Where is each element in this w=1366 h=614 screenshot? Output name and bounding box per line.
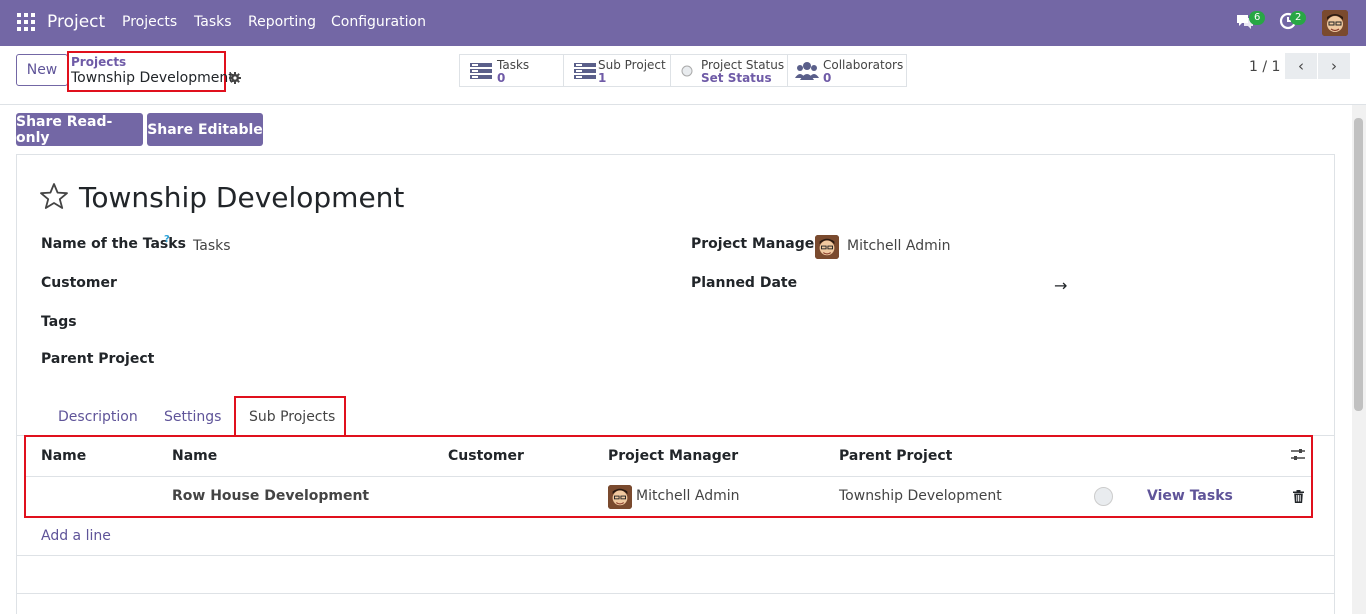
messages-count-badge: 6 [1249, 11, 1266, 25]
tasks-icon [574, 62, 596, 84]
field-label-planned-date: Planned Date [691, 275, 798, 291]
view-tasks-button[interactable]: View Tasks [1147, 488, 1233, 504]
smart-button-label: Sub Project [598, 58, 666, 72]
cell-name-2[interactable]: Row House Development [172, 488, 369, 504]
column-header-project-manager[interactable]: Project Manager [608, 448, 738, 464]
smart-button-value: 1 [598, 71, 607, 85]
date-range-arrow-icon: → [1054, 276, 1068, 295]
pager-value[interactable]: 1 / 1 [1249, 59, 1280, 75]
tab-description[interactable]: Description [58, 409, 138, 425]
breadcrumb-current: Township Development [71, 70, 234, 86]
column-header-name-2[interactable]: Name [172, 448, 217, 464]
smart-button-tasks[interactable]: Tasks 0 [459, 54, 564, 87]
avatar [815, 235, 839, 259]
smart-button-value: Set Status [701, 71, 772, 85]
control-panel: New Projects Township Development Tasks … [0, 46, 1366, 105]
cell-parent-project[interactable]: Township Development [839, 488, 1002, 504]
menu-configuration[interactable]: Configuration [331, 14, 426, 30]
field-label-customer: Customer [41, 275, 117, 291]
smart-button-collaborators[interactable]: Collaborators 0 [787, 54, 907, 87]
trash-icon[interactable] [1293, 490, 1304, 507]
user-avatar[interactable] [1322, 10, 1348, 36]
app-name[interactable]: Project [47, 12, 105, 32]
column-header-name[interactable]: Name [41, 448, 86, 464]
divider [17, 593, 1334, 594]
project-title[interactable]: Township Development [79, 181, 404, 214]
column-header-customer[interactable]: Customer [448, 448, 524, 464]
menu-projects[interactable]: Projects [122, 14, 177, 30]
pager-previous-icon[interactable]: ‹ [1285, 53, 1317, 79]
column-header-parent-project[interactable]: Parent Project [839, 448, 952, 464]
field-value-name-of-tasks[interactable]: Tasks [193, 238, 231, 254]
smart-button-label: Tasks [497, 58, 530, 72]
field-label-project-manager: Project Manager [691, 236, 822, 252]
activities-count-badge: 2 [1290, 11, 1307, 25]
menu-tasks[interactable]: Tasks [194, 14, 232, 30]
smart-button-project-status[interactable]: Project Status Set Status [670, 54, 788, 87]
smart-button-label: Collaborators [823, 58, 904, 72]
add-line-link[interactable]: Add a line [41, 528, 111, 544]
field-value-project-manager[interactable]: Mitchell Admin [847, 238, 951, 254]
smart-button-value: 0 [823, 71, 832, 85]
tasks-icon [470, 62, 492, 84]
avatar [608, 485, 632, 509]
top-navbar: Project Projects Tasks Reporting Configu… [0, 0, 1366, 46]
help-tooltip-icon[interactable]: ? [164, 234, 170, 245]
status-circle-icon[interactable] [1094, 487, 1113, 506]
table-header-divider [26, 476, 1311, 477]
smart-button-sub-project[interactable]: Sub Project 1 [563, 54, 671, 87]
divider [17, 555, 1334, 556]
new-button[interactable]: New [16, 54, 68, 86]
gear-icon[interactable] [229, 72, 241, 84]
optional-columns-icon[interactable] [1290, 448, 1306, 466]
smart-button-value: 0 [497, 71, 506, 85]
apps-menu-icon[interactable] [17, 13, 35, 31]
cell-project-manager[interactable]: Mitchell Admin [636, 488, 740, 504]
share-editable-button[interactable]: Share Editable [147, 113, 263, 146]
pager-next-icon[interactable]: › [1318, 53, 1350, 79]
tab-sub-projects[interactable]: Sub Projects [249, 409, 335, 425]
scrollbar-thumb[interactable] [1354, 118, 1363, 411]
breadcrumb-parent-link[interactable]: Projects [71, 55, 126, 69]
star-icon[interactable] [40, 183, 68, 213]
status-circle-icon [681, 65, 693, 81]
share-read-only-button[interactable]: Share Read-only [16, 113, 143, 146]
form-sheet [16, 154, 1335, 614]
smart-button-label: Project Status [701, 58, 785, 72]
field-label-tags: Tags [41, 314, 77, 330]
users-icon [795, 61, 819, 85]
menu-reporting[interactable]: Reporting [248, 14, 316, 30]
field-label-parent-project: Parent Project [41, 351, 155, 367]
tab-settings[interactable]: Settings [164, 409, 221, 425]
